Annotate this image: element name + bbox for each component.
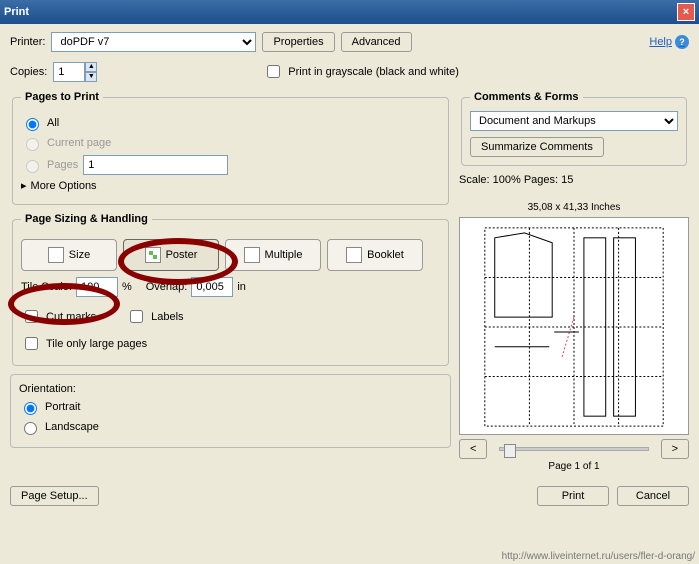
comments-forms-heading: Comments & Forms xyxy=(470,91,583,103)
properties-button[interactable]: Properties xyxy=(262,32,334,52)
close-icon[interactable]: × xyxy=(677,3,695,21)
next-page-button[interactable]: > xyxy=(661,439,689,459)
copies-label: Copies: xyxy=(10,66,47,78)
tile-scale-label: Tile Scale: xyxy=(21,281,72,293)
prev-page-button[interactable]: < xyxy=(459,439,487,459)
size-mode-button[interactable]: Size xyxy=(21,239,117,271)
poster-mode-button[interactable]: Poster xyxy=(123,239,219,271)
help-link[interactable]: Help? xyxy=(649,35,689,49)
page-of-text: Page 1 of 1 xyxy=(459,461,689,472)
printer-select[interactable]: doPDF v7 xyxy=(51,32,256,52)
sizing-heading: Page Sizing & Handling xyxy=(21,213,152,225)
copies-down[interactable]: ▼ xyxy=(85,72,97,82)
dimensions-text: 35,08 x 41,33 Inches xyxy=(459,202,689,213)
page-slider[interactable] xyxy=(499,447,648,451)
page-setup-button[interactable]: Page Setup... xyxy=(10,486,99,506)
print-button[interactable]: Print xyxy=(537,486,609,506)
all-radio[interactable] xyxy=(26,118,39,131)
cut-marks-checkbox[interactable] xyxy=(25,310,38,323)
cancel-button[interactable]: Cancel xyxy=(617,486,689,506)
orientation-label: Orientation: xyxy=(19,383,442,395)
comments-select[interactable]: Document and Markups xyxy=(470,111,678,131)
labels-checkbox[interactable] xyxy=(130,310,143,323)
scale-pages-text: Scale: 100% Pages: 15 xyxy=(459,174,689,186)
portrait-radio[interactable] xyxy=(24,402,37,415)
multiple-icon xyxy=(244,247,260,263)
help-icon: ? xyxy=(675,35,689,49)
pages-radio xyxy=(26,160,39,173)
tile-large-checkbox[interactable] xyxy=(25,337,38,350)
pages-to-print-heading: Pages to Print xyxy=(21,91,103,103)
pages-input xyxy=(83,155,228,175)
grayscale-checkbox[interactable] xyxy=(267,65,280,78)
landscape-radio[interactable] xyxy=(24,422,37,435)
printer-label: Printer: xyxy=(10,36,45,48)
window-title: Print xyxy=(4,6,29,18)
titlebar: Print × xyxy=(0,0,699,24)
copies-input[interactable] xyxy=(53,62,85,82)
booklet-icon xyxy=(346,247,362,263)
overlap-input[interactable] xyxy=(191,277,233,297)
current-page-radio xyxy=(26,138,39,151)
comments-forms-group: Comments & Forms Document and Markups Su… xyxy=(461,91,687,166)
summarize-button[interactable]: Summarize Comments xyxy=(470,137,604,157)
overlap-label: Overlap: xyxy=(146,281,188,293)
pages-to-print-group: Pages to Print All Current page Pages Mo… xyxy=(12,91,449,205)
more-options-toggle[interactable]: More Options xyxy=(21,179,440,192)
multiple-mode-button[interactable]: Multiple xyxy=(225,239,321,271)
advanced-button[interactable]: Advanced xyxy=(341,32,412,52)
poster-icon xyxy=(145,247,161,263)
tile-scale-input[interactable] xyxy=(76,277,118,297)
print-preview xyxy=(459,217,689,435)
grayscale-label: Print in grayscale (black and white) xyxy=(288,66,459,78)
size-icon xyxy=(48,247,64,263)
source-url: http://www.liveinternet.ru/users/fler-d-… xyxy=(502,551,695,562)
orientation-group: Orientation: Portrait Landscape xyxy=(10,374,451,448)
copies-up[interactable]: ▲ xyxy=(85,62,97,72)
booklet-mode-button[interactable]: Booklet xyxy=(327,239,423,271)
sizing-group: Page Sizing & Handling Size Poster Multi… xyxy=(12,213,449,366)
